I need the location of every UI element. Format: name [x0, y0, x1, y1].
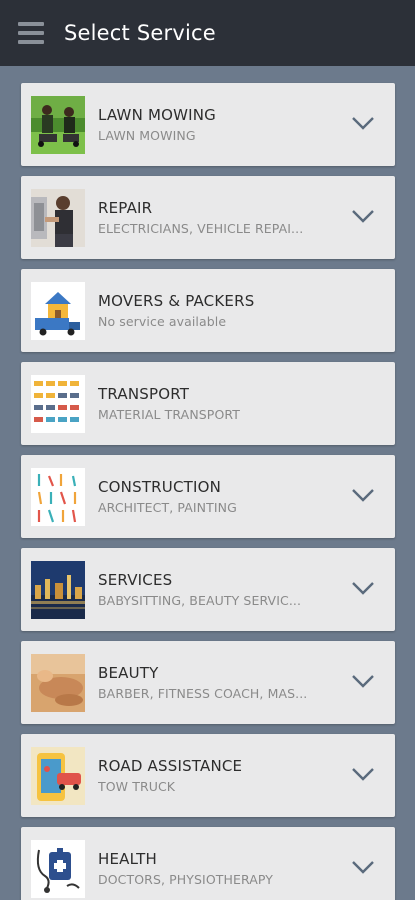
service-card-health[interactable]: HEALTH DOCTORS, PHYSIOTHERAPY [21, 827, 395, 900]
service-name: REPAIR [98, 199, 153, 217]
lawn-mowing-image [31, 95, 85, 154]
service-name: MOVERS & PACKERS [98, 292, 255, 310]
service-subcategories: MATERIAL TRANSPORT [98, 407, 240, 422]
transport-image [31, 374, 85, 433]
service-card-beauty[interactable]: BEAUTY BARBER, FITNESS COACH, MAS... [21, 641, 395, 724]
health-image [31, 839, 85, 898]
service-card-lawn-mowing[interactable]: LAWN MOWING LAWN MOWING [21, 83, 395, 166]
service-subcategories: BARBER, FITNESS COACH, MAS... [98, 686, 308, 701]
service-list: LAWN MOWING LAWN MOWING REPAIR ELECTRICI… [21, 83, 395, 900]
service-subcategories: TOW TRUCK [98, 779, 176, 794]
chevron-down-icon[interactable] [351, 857, 375, 877]
service-card-repair[interactable]: REPAIR ELECTRICIANS, VEHICLE REPAI... [21, 176, 395, 259]
service-subcategories: No service available [98, 314, 227, 329]
chevron-down-icon[interactable] [351, 206, 375, 226]
service-name: HEALTH [98, 850, 157, 868]
chevron-down-icon[interactable] [351, 113, 375, 133]
service-subcategories: DOCTORS, PHYSIOTHERAPY [98, 872, 274, 887]
service-name: ROAD ASSISTANCE [98, 757, 243, 775]
service-subcategories: ARCHITECT, PAINTING [98, 500, 237, 515]
page-title: Select Service [64, 21, 216, 45]
service-subcategories: ELECTRICIANS, VEHICLE REPAI... [98, 221, 304, 236]
chevron-down-icon[interactable] [351, 671, 375, 691]
construction-image [31, 467, 85, 526]
road-assistance-image [31, 746, 85, 805]
beauty-image [31, 653, 85, 712]
service-card-services[interactable]: SERVICES BABYSITTING, BEAUTY SERVIC... [21, 548, 395, 631]
app-bar: Select Service [0, 0, 415, 66]
service-name: CONSTRUCTION [98, 478, 222, 496]
service-card-movers-packers[interactable]: MOVERS & PACKERS No service available [21, 269, 395, 352]
service-card-transport[interactable]: TRANSPORT MATERIAL TRANSPORT [21, 362, 395, 445]
service-subcategories: LAWN MOWING [98, 128, 196, 143]
service-name: LAWN MOWING [98, 106, 217, 124]
chevron-down-icon[interactable] [351, 578, 375, 598]
service-name: TRANSPORT [98, 385, 190, 403]
service-name: BEAUTY [98, 664, 159, 682]
chevron-down-icon[interactable] [351, 764, 375, 784]
service-card-road-assistance[interactable]: ROAD ASSISTANCE TOW TRUCK [21, 734, 395, 817]
service-subcategories: BABYSITTING, BEAUTY SERVIC... [98, 593, 302, 608]
chevron-down-icon[interactable] [351, 485, 375, 505]
service-card-construction[interactable]: CONSTRUCTION ARCHITECT, PAINTING [21, 455, 395, 538]
movers-packers-image [31, 281, 85, 340]
service-name: SERVICES [98, 571, 173, 589]
hamburger-menu-icon[interactable] [18, 22, 44, 44]
services-image [31, 560, 85, 619]
repair-image [31, 188, 85, 247]
